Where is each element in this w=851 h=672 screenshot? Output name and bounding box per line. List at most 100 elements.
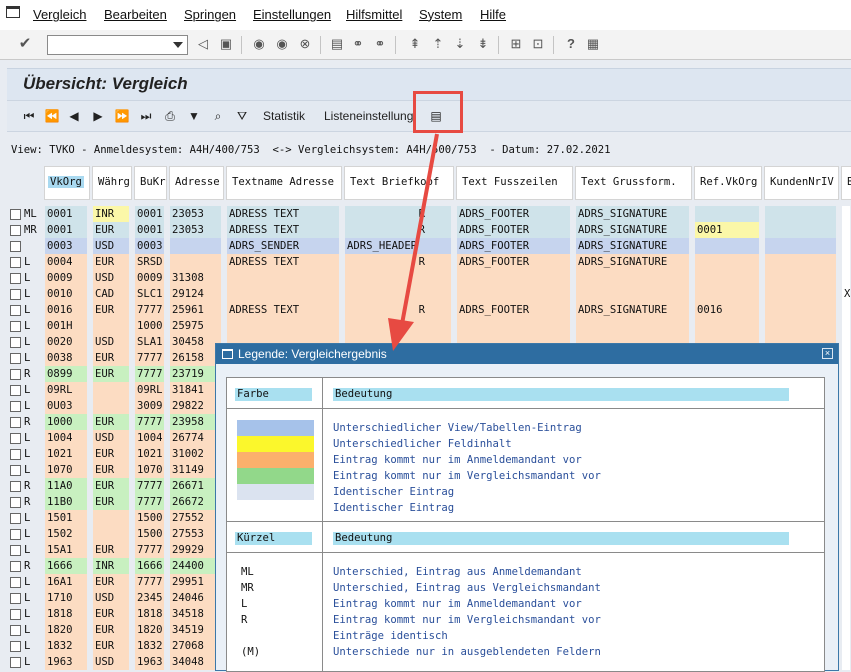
table-cell[interactable] (345, 286, 451, 302)
row-select-checkbox[interactable] (10, 369, 21, 380)
row-select-checkbox[interactable] (10, 449, 21, 460)
table-row[interactable]: ML 0001 INR 0001 23053 ADRESS TEXT R ADRS_FOOTE… (0, 206, 851, 222)
row-select-checkbox[interactable] (10, 625, 21, 636)
row-select-checkbox[interactable] (10, 433, 21, 444)
table-cell[interactable]: 27552 (170, 510, 221, 526)
column-header[interactable]: Ref.VkOrg (694, 166, 762, 200)
table-cell[interactable] (842, 654, 850, 670)
table-cell[interactable]: SRSD (135, 254, 164, 270)
row-select-checkbox[interactable] (10, 353, 21, 364)
table-cell[interactable]: 1502 (45, 526, 87, 542)
table-cell[interactable] (842, 526, 850, 542)
menu-einstellungen[interactable]: Einstellungen (253, 7, 331, 22)
table-cell[interactable]: 1832 (45, 638, 87, 654)
column-header[interactable]: VkOrg (44, 166, 90, 200)
table-cell[interactable]: 23053 (170, 222, 221, 238)
table-cell[interactable]: 7777 (135, 478, 164, 494)
table-cell[interactable] (345, 318, 451, 334)
table-cell[interactable]: ADRS_SENDER (227, 238, 339, 254)
table-cell[interactable]: 23053 (170, 206, 221, 222)
menu-hilfsmittel[interactable]: Hilfsmittel (346, 7, 402, 22)
table-cell[interactable]: 0001 (135, 206, 164, 222)
table-cell[interactable]: 31002 (170, 446, 221, 462)
table-row[interactable]: MR 0001 EUR 0001 23053 ADRESS TEXT R ADRS_FOOTE… (0, 222, 851, 238)
table-cell[interactable]: ADRS_FOOTER (457, 302, 570, 318)
table-cell[interactable]: 0016 (45, 302, 87, 318)
table-cell[interactable]: ADRS_FOOTER (457, 254, 570, 270)
table-cell[interactable] (842, 590, 850, 606)
table-cell[interactable]: 27068 (170, 638, 221, 654)
table-cell[interactable]: R (345, 302, 451, 318)
table-cell[interactable] (765, 302, 836, 318)
table-cell[interactable] (842, 366, 850, 382)
table-cell[interactable] (695, 286, 759, 302)
table-cell[interactable] (842, 382, 850, 398)
table-cell[interactable] (695, 254, 759, 270)
table-cell[interactable] (170, 254, 221, 270)
table-cell[interactable] (576, 318, 689, 334)
column-header[interactable]: Adresse (169, 166, 224, 200)
table-cell[interactable]: 1710 (45, 590, 87, 606)
table-cell[interactable]: ADRS_FOOTER (457, 238, 570, 254)
table-cell[interactable] (842, 494, 850, 510)
table-cell[interactable]: 0003 (135, 238, 164, 254)
previous-page-icon[interactable]: ⏪ (44, 108, 60, 124)
table-cell[interactable] (576, 286, 689, 302)
table-cell[interactable]: 1818 (45, 606, 87, 622)
table-cell[interactable]: 1820 (45, 622, 87, 638)
table-row[interactable]: L 0016 EUR 7777 25961 ADRESS TEXT R ADRS_FOOTER… (0, 302, 851, 318)
row-select-checkbox[interactable] (10, 241, 21, 252)
table-row[interactable]: 0003 USD 0003 ADRS_SENDER ADRS_HEADER ADRS_FO… (0, 238, 851, 254)
table-cell[interactable]: ADRS_HEADER (345, 238, 451, 254)
table-cell[interactable]: EUR (93, 302, 129, 318)
filter-icon[interactable]: ⛛ (234, 108, 250, 124)
table-cell[interactable]: 1832 (135, 638, 164, 654)
table-cell[interactable]: 1021 (135, 446, 164, 462)
table-cell[interactable]: 1070 (135, 462, 164, 478)
row-select-checkbox[interactable] (10, 257, 21, 268)
menu-vergleich[interactable]: Vergleich (33, 7, 86, 22)
table-cell[interactable]: 0003 (45, 238, 87, 254)
column-header[interactable]: Währg (92, 166, 132, 200)
next-page-icon[interactable]: ⏩ (114, 108, 130, 124)
table-cell[interactable]: SLC1 (135, 286, 164, 302)
table-cell[interactable]: 1070 (45, 462, 87, 478)
table-cell[interactable]: 0001 (135, 222, 164, 238)
table-cell[interactable] (765, 238, 836, 254)
table-cell[interactable] (695, 206, 759, 222)
menu-hilfe[interactable]: Hilfe (480, 7, 506, 22)
row-select-checkbox[interactable] (10, 513, 21, 524)
row-select-checkbox[interactable] (10, 561, 21, 572)
table-cell[interactable]: ADRS_SIGNATURE (576, 254, 689, 270)
table-cell[interactable] (842, 302, 850, 318)
table-cell[interactable] (93, 510, 129, 526)
table-cell[interactable]: 7777 (135, 494, 164, 510)
new-session-icon[interactable]: ⊞ (508, 36, 524, 52)
row-select-checkbox[interactable] (10, 481, 21, 492)
table-cell[interactable] (842, 254, 850, 270)
table-cell[interactable] (842, 558, 850, 574)
row-select-checkbox[interactable] (10, 641, 21, 652)
table-cell[interactable] (842, 510, 850, 526)
table-cell[interactable]: 0038 (45, 350, 87, 366)
table-cell[interactable]: ADRS_SIGNATURE (576, 302, 689, 318)
table-cell[interactable] (227, 270, 339, 286)
table-cell[interactable]: 1666 (135, 558, 164, 574)
table-cell[interactable] (93, 382, 129, 398)
table-cell[interactable]: 30458 (170, 334, 221, 350)
enter-check-icon[interactable]: ✔ (17, 36, 33, 52)
column-header[interactable]: Text Grussform. (575, 166, 692, 200)
row-select-checkbox[interactable] (10, 609, 21, 620)
table-cell[interactable]: EUR (93, 574, 129, 590)
close-icon[interactable]: × (822, 348, 833, 359)
table-cell[interactable] (842, 430, 850, 446)
menu-system[interactable]: System (419, 7, 462, 22)
table-cell[interactable] (765, 206, 836, 222)
table-cell[interactable] (93, 318, 129, 334)
column-header[interactable]: Text Briefkopf (344, 166, 454, 200)
table-cell[interactable]: 31149 (170, 462, 221, 478)
table-cell[interactable]: 7777 (135, 414, 164, 430)
menu-bearbeiten[interactable]: Bearbeiten (104, 7, 167, 22)
row-select-checkbox[interactable] (10, 465, 21, 476)
shortcut-icon[interactable]: ⊡ (530, 36, 546, 52)
